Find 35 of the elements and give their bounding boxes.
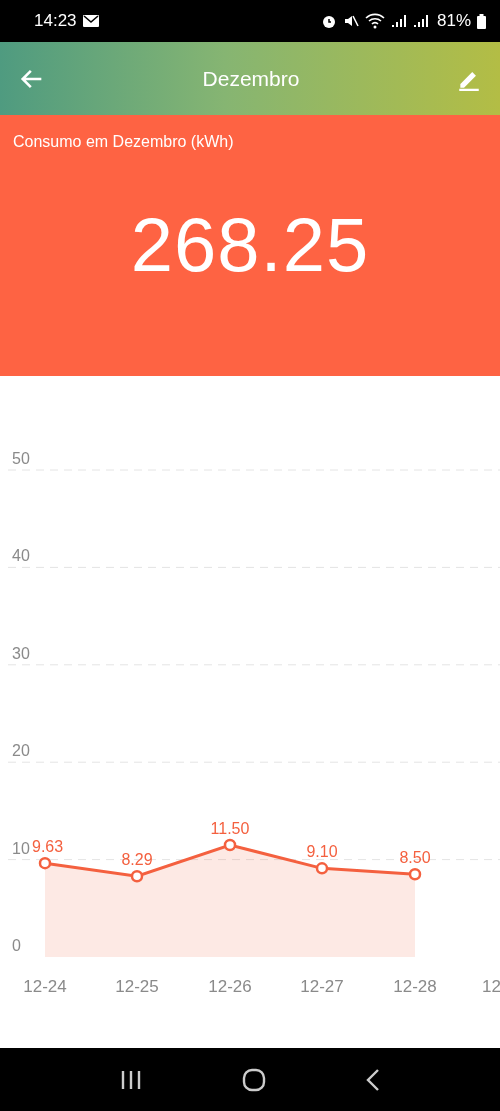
data-label: 8.50 [399, 849, 431, 867]
battery-level: 81% [436, 11, 471, 31]
axis-tick-label: 40 [12, 547, 30, 565]
x-axis-label: 12-26 [208, 977, 252, 996]
data-label: 9.10 [306, 843, 338, 861]
summary-value: 268.25 [130, 201, 370, 288]
x-axis-label: 12-28 [393, 977, 437, 996]
data-point [223, 838, 237, 852]
alarm-icon [320, 13, 337, 29]
battery-icon [477, 13, 486, 29]
axis-tick-label: 30 [12, 644, 30, 662]
axis-tick-label: 0 [12, 937, 21, 954]
mail-icon [82, 15, 99, 27]
page-title: Dezembro [201, 66, 301, 91]
axis-tick-label: 50 [12, 450, 30, 467]
signal-icon [390, 13, 431, 29]
home-icon[interactable] [242, 1067, 266, 1092]
x-axis-label: 12 [482, 977, 500, 996]
mute-icon [342, 13, 359, 29]
data-point [38, 856, 52, 870]
data-label: 8.29 [121, 851, 153, 869]
data-point [315, 862, 329, 875]
x-axis-label: 12-24 [23, 977, 67, 996]
summary-label: Consumo em Dezembro (kWh) [12, 132, 235, 151]
data-label: 11.50 [210, 820, 250, 837]
data-label: 9.63 [32, 838, 64, 856]
x-axis-label: 12-27 [300, 977, 344, 996]
back-nav-icon[interactable] [364, 1067, 381, 1092]
data-point [408, 867, 422, 881]
status-time: 14:23 [34, 11, 77, 31]
data-point [130, 870, 144, 883]
axis-tick-label: 20 [12, 742, 30, 760]
x-axis-label: 12-25 [115, 977, 159, 996]
axis-tick-label: 10 [12, 839, 30, 857]
wifi-icon [364, 13, 385, 29]
